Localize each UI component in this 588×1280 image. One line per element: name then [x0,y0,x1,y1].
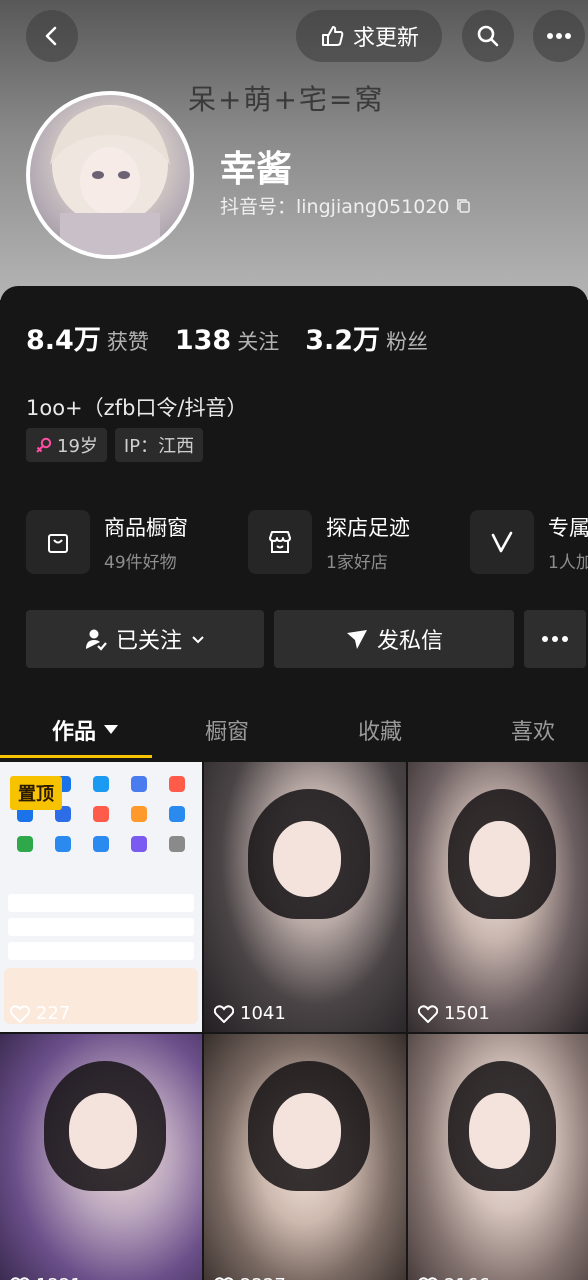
followed-label: 已关注 [115,629,182,654]
feature-title: 探店足迹 [326,515,410,540]
shopping-bag-icon [26,510,90,574]
thumbnail-face [469,821,531,897]
age-text: 19岁 [57,436,98,457]
video-likes-count: 2166 [444,1275,490,1280]
back-button[interactable] [26,10,78,62]
video-likes-count: 1221 [36,1275,82,1280]
video-likes: 1221 [10,1275,82,1280]
ip-text: IP：江西 [123,436,195,457]
request-update-label: 求更新 [352,26,419,51]
feature-subtitle: 1人加 [548,552,588,573]
heart-icon [214,1276,234,1280]
video-likes: 227 [10,1003,70,1024]
nickname: 幸酱 [220,149,293,190]
video-tile[interactable]: 1041 [204,762,406,1032]
profile-tags: 19岁 IP：江西 [26,428,204,462]
tab-works-label: 作品 [52,720,97,745]
more-dots-icon [542,636,568,642]
stat-likes[interactable]: 8.4万 获赞 [26,318,149,357]
video-tile[interactable]: 2166 [408,1034,588,1280]
followed-button[interactable]: 已关注 [26,610,264,668]
heart-icon [10,1276,30,1280]
tab-works[interactable]: 作品 [52,714,119,746]
tab-shop-window[interactable]: 橱窗 [205,714,249,746]
user-check-icon [85,629,107,651]
feature-subtitle: 1家好店 [326,552,388,573]
thumbnail-face [68,1093,138,1169]
video-tile[interactable]: 2227 [204,1034,406,1280]
heart-icon [214,1004,234,1023]
more-actions-button[interactable] [524,610,586,668]
video-likes-count: 1501 [444,1003,490,1024]
pointing-hand-icon [321,26,344,46]
tab-favorites[interactable]: 收藏 [358,714,402,746]
followers-label: 粉丝 [386,330,429,354]
header-decoration-text: 呆+萌+宅=窝 [188,83,385,116]
triangle-down-icon [104,725,119,734]
feature-subtitle: 49件好物 [104,552,177,573]
chevron-left-icon [45,26,57,46]
followers-count: 3.2万 [305,325,381,356]
video-tile[interactable]: 置顶 227 [0,762,202,1032]
pinned-badge: 置顶 [10,776,62,810]
tab-likes[interactable]: 喜欢 [511,714,555,746]
profile-panel: 8.4万 获赞 138 关注 3.2万 粉丝 1oo+（zfb口令/抖音） 19… [0,286,588,1280]
video-grid: 置顶 227 1041 1501 [0,762,588,1280]
bio-text: 1oo+（zfb口令/抖音） [26,396,248,420]
video-likes: 2166 [418,1275,490,1280]
heart-icon [418,1276,438,1280]
likes-count: 8.4万 [26,325,101,356]
copy-icon[interactable] [456,198,472,214]
video-likes-count: 1041 [240,1003,286,1024]
feature-store-visits[interactable]: 探店足迹 1家好店 [248,510,450,574]
feature-exclusive[interactable]: 专属 1人加 [470,510,588,574]
heart-icon [10,1004,30,1023]
profile-header: 求更新 呆+萌+宅=窝 幸酱 抖音号：lingjiang051020 [0,0,588,300]
video-likes: 1501 [418,1003,490,1024]
likes-label: 获赞 [106,330,149,354]
request-update-button[interactable]: 求更新 [296,10,442,62]
feature-shop-window[interactable]: 商品橱窗 49件好物 [26,510,228,574]
female-icon [36,437,52,453]
send-message-label: 发私信 [376,629,443,654]
thumbnail-face [272,1093,342,1169]
send-message-button[interactable]: 发私信 [274,610,514,668]
video-likes: 2227 [214,1275,286,1280]
more-button[interactable] [533,10,585,62]
ip-tag: IP：江西 [114,428,204,462]
content-tabs: 作品 橱窗 收藏 喜欢 [0,706,588,758]
feature-title: 商品橱窗 [104,515,188,540]
age-tag: 19岁 [26,428,107,462]
douyin-id[interactable]: 抖音号：lingjiang051020 [220,192,472,219]
active-tab-indicator [0,755,152,758]
stat-following[interactable]: 138 关注 [175,325,279,356]
search-icon [477,25,499,47]
video-likes-count: 2227 [240,1275,286,1280]
avatar-portrait-image [50,105,170,255]
video-likes: 1041 [214,1003,286,1024]
thumbnail-face [272,821,342,897]
thumbnail-face [469,1093,531,1169]
video-tile[interactable]: 1501 [408,762,588,1032]
douyin-id-text: 抖音号：lingjiang051020 [220,196,450,218]
video-tile[interactable]: 1221 [0,1034,202,1280]
stat-followers[interactable]: 3.2万 粉丝 [305,318,428,357]
feature-entries: 商品橱窗 49件好物 探店足迹 1家好店 专属 1人加 [26,510,588,574]
chevron-down-icon [192,636,204,644]
feature-title: 专属 [548,515,588,540]
search-button[interactable] [462,10,514,62]
store-icon [248,510,312,574]
following-label: 关注 [237,330,280,354]
more-dots-icon [547,33,571,39]
send-icon [346,630,367,649]
heart-icon [418,1004,438,1023]
action-buttons: 已关注 发私信 [26,610,586,668]
v-icon [470,510,534,574]
video-likes-count: 227 [36,1003,71,1024]
stats-row: 8.4万 获赞 138 关注 3.2万 粉丝 [26,318,428,357]
following-count: 138 [174,325,232,356]
avatar[interactable] [26,91,194,259]
